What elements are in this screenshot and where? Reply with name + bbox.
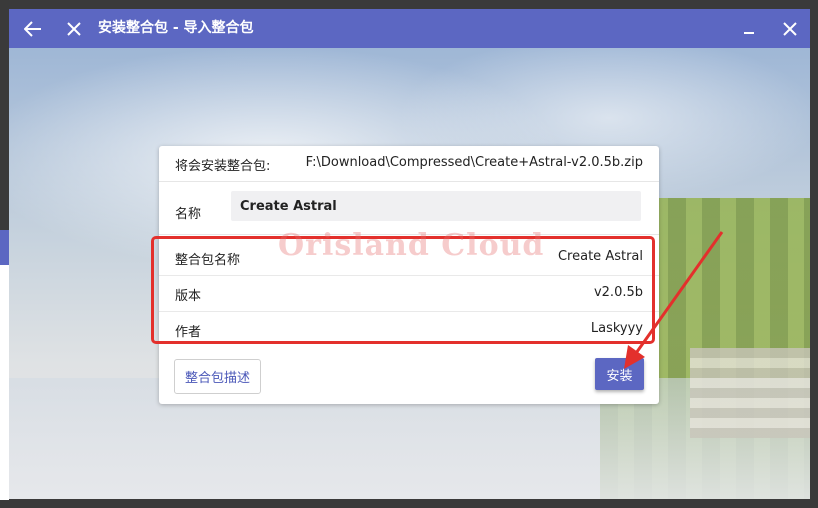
arrow-left-icon — [24, 20, 41, 37]
window-title: 安装整合包 - 导入整合包 — [98, 20, 254, 36]
app-window: 安装整合包 - 导入整合包 将会安装整合包: F:\Download\Compr… — [0, 0, 818, 508]
file-row: 将会安装整合包: F:\Download\Compressed\Create+A… — [159, 146, 659, 182]
info-row-name: 整合包名称 Create Astral — [159, 240, 659, 276]
file-path: F:\Download\Compressed\Create+Astral-v2.… — [305, 155, 643, 170]
import-dialog: 将会安装整合包: F:\Download\Compressed\Create+A… — [159, 146, 659, 404]
divider — [159, 234, 659, 235]
info-value: Create Astral — [557, 249, 643, 264]
underlying-window-panel — [0, 265, 9, 500]
minimize-icon — [744, 31, 754, 34]
info-value: Laskyyy — [590, 321, 643, 336]
title-bar: 安装整合包 - 导入整合包 — [9, 9, 810, 48]
background-birch — [690, 348, 810, 438]
info-row-author: 作者 Laskyyy — [159, 312, 659, 347]
info-key: 作者 — [175, 325, 202, 340]
info-value: v2.0.5b — [593, 285, 643, 300]
close-icon — [67, 21, 81, 36]
minimize-button[interactable] — [738, 9, 760, 48]
window-close-icon — [783, 21, 797, 36]
back-button[interactable] — [19, 9, 47, 48]
name-label: 名称 — [175, 207, 202, 222]
description-button[interactable]: 整合包描述 — [174, 359, 261, 394]
info-row-version: 版本 v2.0.5b — [159, 276, 659, 312]
name-field[interactable] — [231, 191, 641, 221]
window-close-button[interactable] — [777, 9, 803, 48]
close-page-button[interactable] — [61, 9, 87, 48]
info-key: 版本 — [175, 289, 202, 304]
file-label: 将会安装整合包: — [175, 159, 271, 174]
info-key: 整合包名称 — [175, 253, 241, 268]
install-button[interactable]: 安装 — [595, 358, 644, 390]
